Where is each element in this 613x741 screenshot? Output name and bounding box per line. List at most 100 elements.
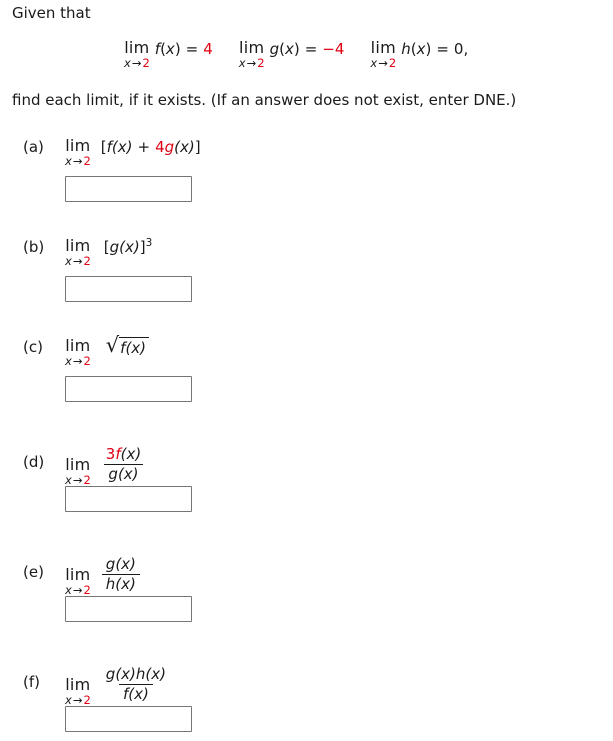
problem-page: Given that lim x→2 f(x) = 4 lim x→2 g(x) = −… [0, 0, 613, 741]
g-limit-value: −4 [322, 40, 345, 58]
lim-word: lim [65, 454, 91, 474]
arrow-icon: → [72, 254, 83, 268]
lim-word: lim [370, 38, 396, 57]
h-arg: (x) [115, 574, 136, 593]
question-a-label: (a) [23, 138, 44, 156]
lim-var: x [65, 254, 72, 268]
lim-var: x [370, 56, 378, 70]
lim-value: 2 [83, 354, 91, 368]
fraction-numerator: g(x)h(x) [102, 666, 170, 684]
fraction-e: g(x) h(x) [101, 556, 140, 593]
lim-var: x [124, 56, 131, 70]
given-expression-h: h(x) = 0, [401, 40, 468, 58]
g-equals: = [304, 40, 318, 58]
function-h: h [401, 40, 411, 58]
g-arg: (x) [119, 238, 140, 256]
square-root-expression: √ f(x) [106, 335, 150, 358]
coefficient: 4 [155, 138, 165, 156]
lim-var: x [238, 56, 246, 70]
coefficient: 3 [105, 445, 116, 463]
question-c-label: (c) [23, 338, 43, 356]
answer-input-d[interactable] [65, 486, 192, 512]
question-c-expression: lim x→2 √ f(x) [65, 335, 150, 368]
lim-operator: lim x→2 [65, 138, 91, 168]
f-equals: = [185, 40, 199, 58]
h-trailing-comma: , [463, 40, 469, 58]
fraction-d: 3f(x) g(x) [102, 446, 145, 483]
lim-word: lim [65, 674, 91, 694]
fraction-denominator: f(x) [118, 683, 153, 703]
lim-operator: lim x→2 [65, 454, 91, 487]
lim-operator: lim x→2 [124, 40, 150, 70]
lim-operator: lim x→2 [65, 238, 91, 268]
question-f-label: (f) [23, 673, 40, 691]
g-arg: (x) [115, 665, 136, 683]
question-a-expression: lim x→2 [f(x) +4g(x)] [65, 138, 201, 168]
lim-subscript: x→2 [65, 354, 91, 368]
answer-input-b[interactable] [65, 276, 192, 302]
lim-operator: lim x→2 [65, 564, 91, 597]
lim-value: 2 [388, 56, 397, 70]
f-arg: (x) [125, 339, 147, 357]
fraction-denominator: g(x) [104, 463, 143, 483]
lim-value: 2 [142, 56, 150, 70]
answer-input-a[interactable] [65, 176, 192, 202]
given-limit-f: lim x→2 f(x) = 4 [124, 40, 213, 70]
lim-operator: lim x→2 [239, 40, 265, 70]
function-g: g [108, 464, 118, 483]
function-h: h [105, 574, 116, 593]
question-e-expression: lim x→2 g(x) h(x) [65, 556, 140, 600]
arrow-icon: → [72, 692, 83, 707]
h-arg: (x) [145, 665, 167, 683]
lim-word: lim [124, 38, 150, 57]
lim-subscript: x→2 [65, 692, 91, 707]
lim-value: 2 [83, 472, 91, 487]
exponent: 3 [145, 237, 153, 249]
lim-word: lim [65, 564, 91, 584]
g-arg: (x) [174, 138, 195, 156]
lim-operator: lim x→2 [370, 40, 396, 70]
lim-word: lim [65, 136, 91, 155]
question-e-label: (e) [23, 563, 44, 581]
lim-operator: lim x→2 [65, 338, 91, 368]
f-arg: x [165, 40, 175, 58]
lim-value: 2 [83, 254, 91, 268]
lim-subscript: x→2 [124, 56, 150, 70]
answer-input-f[interactable] [65, 706, 192, 732]
given-that-label: Given that [12, 4, 91, 22]
given-limit-h: lim x→2 h(x) = 0, [370, 40, 468, 70]
arrow-icon: → [246, 56, 257, 70]
f-arg: (x) [120, 445, 142, 463]
question-f-expression: lim x→2 g(x)h(x) f(x) [65, 666, 170, 710]
lim-var: x [65, 354, 72, 368]
lim-word: lim [238, 38, 265, 57]
expression-body-a: [f(x) +4g(x)] [101, 138, 201, 156]
function-g: g [109, 238, 120, 256]
lim-subscript: x→2 [65, 154, 91, 168]
fraction-numerator: 3f(x) [102, 446, 145, 464]
answer-input-c[interactable] [65, 376, 192, 402]
given-expression-g: g(x) = −4 [270, 40, 345, 58]
instruction-text: find each limit, if it exists. (If an an… [12, 91, 517, 109]
g-close-paren: ) [293, 40, 300, 58]
lim-value: 2 [257, 56, 265, 70]
lim-var: x [65, 154, 72, 168]
function-h: h [135, 665, 146, 683]
question-b-label: (b) [23, 238, 45, 256]
fraction-numerator: g(x) [102, 556, 140, 574]
lim-subscript: x→2 [238, 56, 265, 70]
lim-var: x [65, 472, 72, 487]
plus-operator: + [137, 138, 151, 156]
arrow-icon: → [72, 582, 83, 597]
expression-body-b: [g(x)]3 [104, 238, 153, 256]
lim-value: 2 [83, 582, 91, 597]
answer-input-e[interactable] [65, 596, 192, 622]
function-g: g [164, 138, 175, 156]
f-arg: (x) [111, 138, 133, 156]
h-close-paren: ) [425, 40, 432, 58]
lim-var: x [65, 692, 72, 707]
question-d-label: (d) [23, 453, 45, 471]
question-b-expression: lim x→2 [g(x)]3 [65, 238, 152, 268]
arrow-icon: → [72, 354, 83, 368]
arrow-icon: → [72, 472, 83, 487]
